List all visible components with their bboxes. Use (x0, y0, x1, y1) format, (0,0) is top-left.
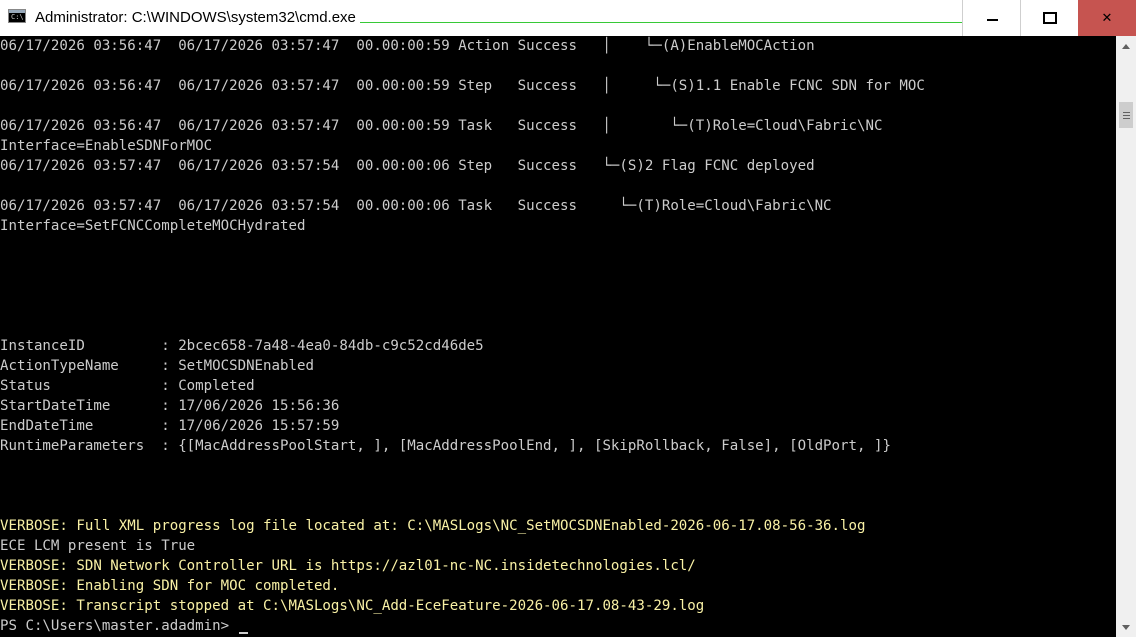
window-title: Administrator: C:\WINDOWS\system32\cmd.e… (35, 9, 356, 26)
scroll-down-button[interactable] (1116, 617, 1136, 637)
console-line: ActionTypeName : SetMOCSDNEnabled (0, 358, 314, 374)
console-line: 06/17/2026 03:56:47 06/17/2026 03:57:47 … (0, 118, 883, 134)
console-line: RuntimeParameters : {[MacAddressPoolStar… (0, 438, 891, 454)
console-line: StartDateTime : 17/06/2026 15:56:36 (0, 398, 340, 414)
console-line: ECE LCM present is True (0, 538, 196, 554)
scroll-thumb[interactable] (1119, 102, 1133, 128)
scroll-up-icon (1122, 43, 1130, 49)
console-line: InstanceID : 2bcec658-7a48-4ea0-84db-c9c… (0, 338, 484, 354)
maximize-button[interactable] (1020, 0, 1079, 36)
scroll-down-icon (1122, 624, 1130, 630)
title-bar[interactable]: C:\ Administrator: C:\WINDOWS\system32\c… (0, 0, 1136, 37)
cmd-window: C:\ Administrator: C:\WINDOWS\system32\c… (0, 0, 1136, 637)
command-prompt-line[interactable]: PS C:\Users\master.adadmin> (0, 616, 248, 636)
console-line: 06/17/2026 03:57:47 06/17/2026 03:57:54 … (0, 158, 815, 174)
console-line: Status : Completed (0, 378, 255, 394)
minimize-button[interactable] (962, 0, 1021, 36)
console-line: Interface=SetFCNCCompleteMOCHydrated (0, 218, 306, 234)
console-line: VERBOSE: Full XML progress log file loca… (0, 518, 866, 534)
scroll-up-button[interactable] (1116, 36, 1136, 56)
console-line: Interface=EnableSDNForMOC (0, 138, 213, 154)
console-line: VERBOSE: Enabling SDN for MOC completed. (0, 578, 340, 594)
cmd-console-icon: C:\ (8, 9, 26, 23)
console-line: EndDateTime : 17/06/2026 15:57:59 (0, 418, 340, 434)
vertical-scrollbar[interactable] (1116, 36, 1136, 637)
console-line: VERBOSE: Transcript stopped at C:\MASLog… (0, 598, 705, 614)
text-cursor (238, 632, 248, 634)
console-output[interactable]: 06/17/2026 03:56:47 06/17/2026 03:57:47 … (0, 36, 1116, 637)
console-line: 06/17/2026 03:57:47 06/17/2026 03:57:54 … (0, 198, 832, 214)
close-icon: ✕ (1101, 10, 1113, 26)
close-button[interactable]: ✕ (1078, 0, 1136, 36)
console-line: 06/17/2026 03:56:47 06/17/2026 03:57:47 … (0, 78, 925, 94)
minimize-icon (986, 19, 998, 21)
console-line: 06/17/2026 03:56:47 06/17/2026 03:57:47 … (0, 38, 815, 54)
maximize-icon (1043, 12, 1057, 24)
console-line: VERBOSE: SDN Network Controller URL is h… (0, 558, 696, 574)
